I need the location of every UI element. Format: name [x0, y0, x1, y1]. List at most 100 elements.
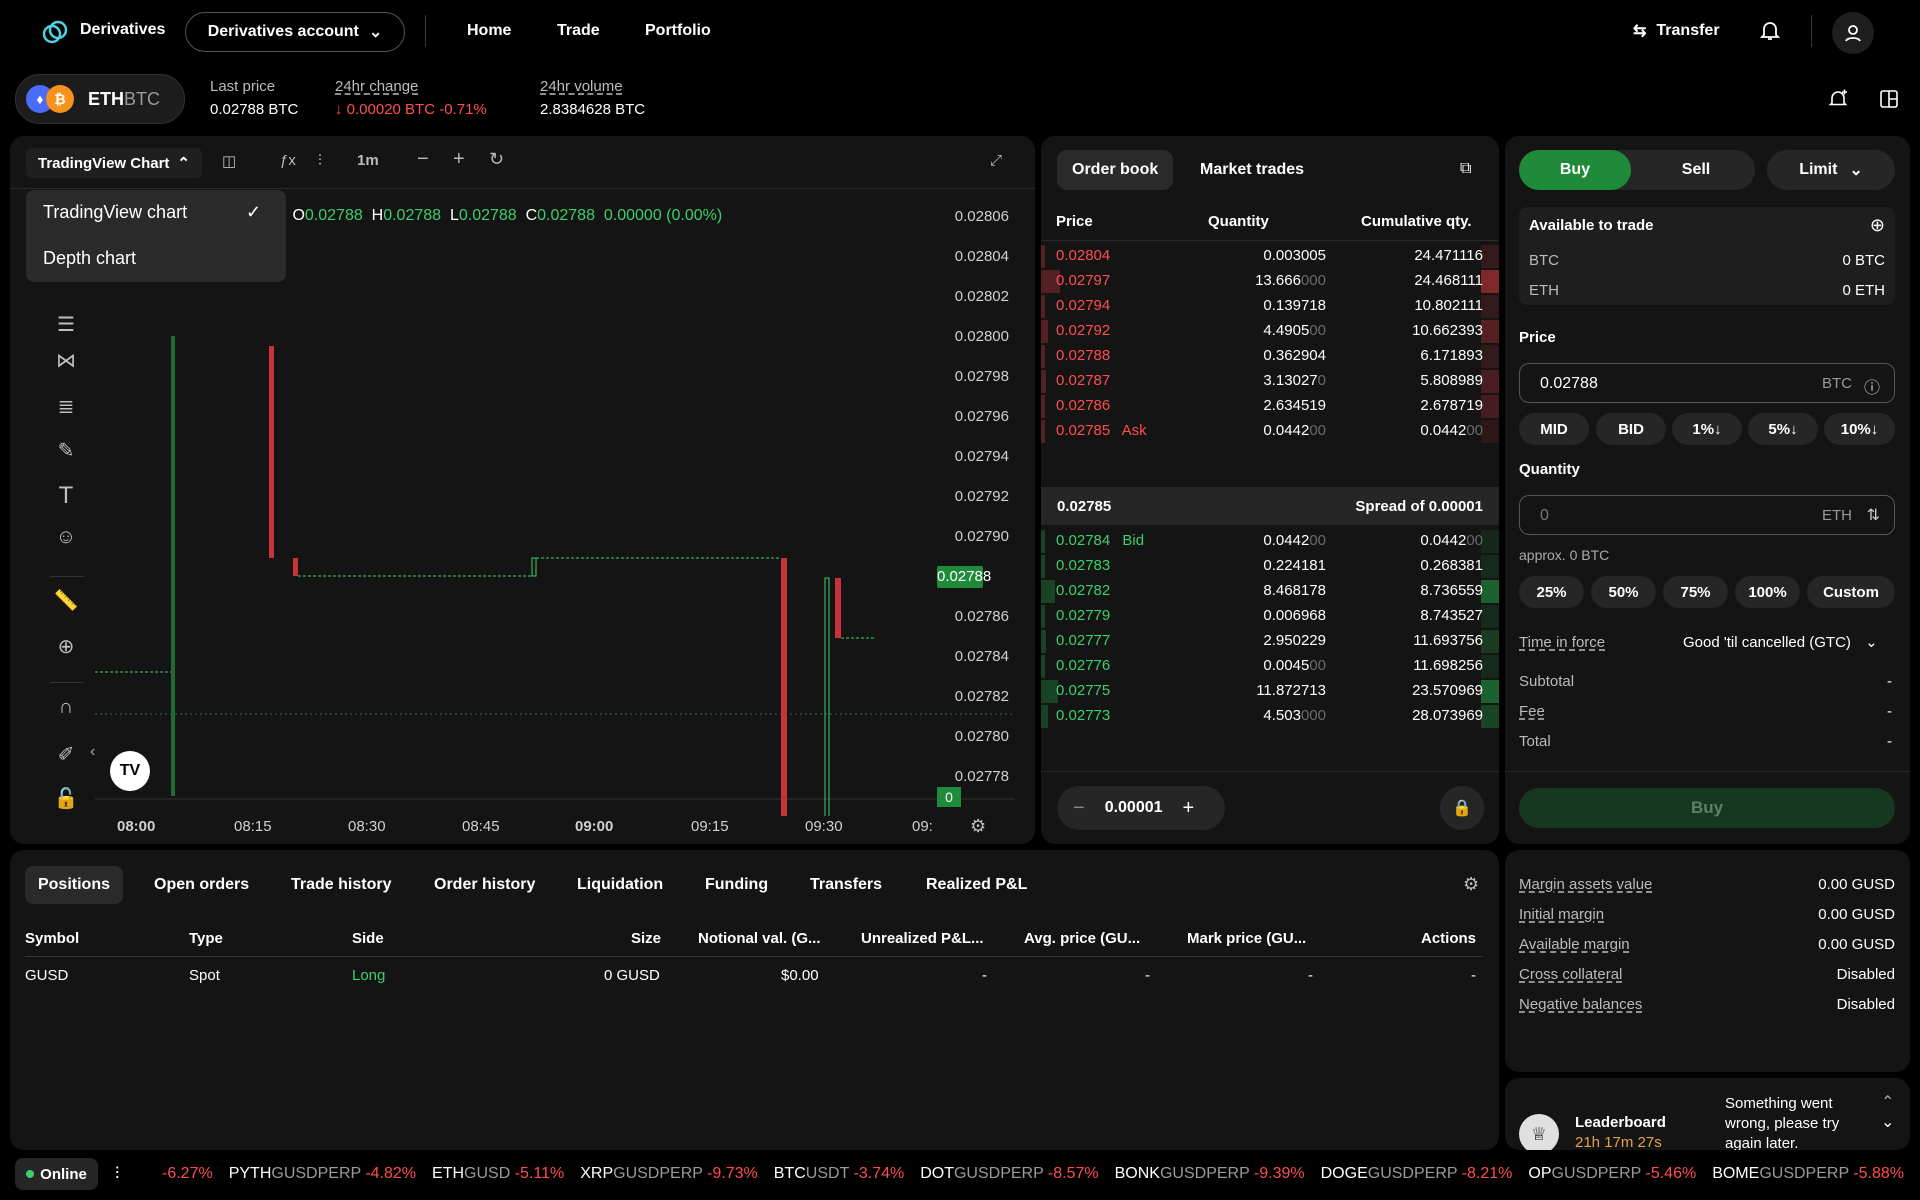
lock-button[interactable]: 🔒 [1440, 786, 1484, 830]
bid-row[interactable]: 0.02777 2.950229 11.693756 [1041, 629, 1499, 654]
nav-portfolio[interactable]: Portfolio [645, 22, 711, 40]
text-icon[interactable]: T [52, 482, 80, 510]
brush-icon[interactable]: ✎ [52, 438, 80, 466]
unlock-icon[interactable]: 🔓 [52, 786, 80, 814]
bid-row[interactable]: 0.02782 8.468178 8.736559 [1041, 579, 1499, 604]
chevron-down-icon[interactable]: ⌄ [1881, 1112, 1894, 1132]
dropdown-item-depth[interactable]: Depth chart [43, 248, 136, 269]
price-chart[interactable] [95, 196, 1015, 816]
interval-button[interactable]: 1m [357, 152, 379, 169]
gemini-logo-icon[interactable] [42, 19, 68, 45]
info-icon[interactable]: ⓘ [1864, 374, 1880, 398]
layout-icon[interactable] [1880, 90, 1898, 108]
ticker-item[interactable]: ETHGUSD -5.11% [432, 1165, 564, 1182]
tab-funding[interactable]: Funding [705, 866, 768, 904]
add-circle-icon[interactable]: ⊕ [1870, 215, 1885, 236]
ask-row[interactable]: 0.02804 0.003005 24.471116 [1041, 244, 1499, 269]
nav-home[interactable]: Home [467, 22, 511, 40]
nav-trade[interactable]: Trade [557, 22, 600, 40]
ticker-item[interactable]: DOGEGUSDPERP -8.21% [1321, 1165, 1513, 1182]
tab-order-book[interactable]: Order book [1057, 150, 1174, 190]
tab-market-trades[interactable]: Market trades [1185, 150, 1319, 190]
layout-icon[interactable]: ◫ [222, 152, 236, 170]
chart-type-button[interactable]: TradingView Chart ⌃ [26, 148, 202, 178]
qty-25-button[interactable]: 25% [1519, 576, 1584, 608]
settings-gear-icon[interactable]: ⚙ [1463, 874, 1479, 895]
submit-buy-button[interactable]: Buy [1519, 788, 1895, 828]
tab-order-history[interactable]: Order history [434, 866, 535, 904]
bid-row[interactable]: 0.02779 0.006968 8.743527 [1041, 604, 1499, 629]
account-selector[interactable]: Derivatives account ⌄ [185, 12, 405, 52]
qty-75-button[interactable]: 75% [1663, 576, 1728, 608]
zoom-in-icon[interactable]: + [453, 148, 465, 171]
candles-icon[interactable]: ⫶ [318, 152, 322, 169]
ticker-item[interactable]: -6.27% [162, 1165, 213, 1182]
tab-open-orders[interactable]: Open orders [154, 866, 249, 904]
qty-50-button[interactable]: 50% [1591, 576, 1656, 608]
ticker-item[interactable]: PYTHGUSDPERP -4.82% [229, 1165, 416, 1182]
ask-row[interactable]: 0.02792 4.490500 10.662393 [1041, 319, 1499, 344]
tab-positions[interactable]: Positions [25, 866, 123, 904]
reset-icon[interactable]: ↻ [489, 149, 504, 170]
bid-row[interactable]: 0.02784 Bid 0.044200 0.044200 [1041, 529, 1499, 554]
ask-row[interactable]: 0.02787 3.130270 5.808989 [1041, 369, 1499, 394]
leaderboard-title[interactable]: Leaderboard [1575, 1114, 1666, 1131]
bell-icon[interactable] [1760, 20, 1780, 42]
swap-units-icon[interactable]: ⇅ [1867, 505, 1880, 525]
quantity-input[interactable]: 0 ETH ⇅ [1519, 495, 1895, 535]
ticker-item[interactable]: BONKGUSDPERP -9.39% [1115, 1165, 1305, 1182]
order-type-select[interactable]: Limit ⌄ [1767, 150, 1895, 190]
price-alert-icon[interactable] [1828, 89, 1848, 109]
user-menu-button[interactable] [1832, 12, 1874, 54]
tab-liquidation[interactable]: Liquidation [577, 866, 663, 904]
ticker-item[interactable]: OPGUSDPERP -5.46% [1528, 1165, 1696, 1182]
fib-icon[interactable]: ≣ [52, 394, 80, 422]
qty-100-button[interactable]: 100% [1735, 576, 1800, 608]
ticker-item[interactable]: BTCUSDT -3.74% [774, 1165, 904, 1182]
ticker-item[interactable]: BOMEGUSDPERP -5.88% [1712, 1165, 1904, 1182]
horizontal-lines-icon[interactable]: ☰ [52, 312, 80, 340]
pct10-button[interactable]: 10%↓ [1824, 413, 1895, 445]
bid-row[interactable]: 0.02775 11.872713 23.570969 [1041, 679, 1499, 704]
tab-realized-pnl[interactable]: Realized P&L [926, 866, 1027, 904]
ticker-settings-icon[interactable]: ⫶ [115, 1164, 119, 1184]
chevron-up-icon[interactable]: ⌃ [1881, 1092, 1894, 1112]
ruler-icon[interactable]: 📏 [52, 588, 80, 616]
tif-select[interactable]: Good 'til cancelled (GTC) ⌄ [1683, 633, 1878, 651]
indicators-icon[interactable]: ƒx [280, 152, 296, 169]
bid-row[interactable]: 0.02783 0.224181 0.268381 [1041, 554, 1499, 579]
qty-custom-button[interactable]: Custom [1807, 576, 1895, 608]
minus-icon[interactable]: − [1073, 797, 1085, 820]
grouping-stepper[interactable]: − 0.00001 + [1057, 786, 1225, 830]
popout-icon[interactable]: ⧉ [1460, 160, 1471, 178]
chart-settings-icon[interactable]: ⚙ [970, 816, 986, 837]
pair-selector[interactable]: ♦ ₿ ETHBTC [15, 74, 185, 124]
tab-transfers[interactable]: Transfers [810, 866, 882, 904]
ticker-item[interactable]: DOTGUSDPERP -8.57% [920, 1165, 1098, 1182]
ask-row[interactable]: 0.02797 13.666000 24.468111 [1041, 269, 1499, 294]
transfer-button[interactable]: ⇆ Transfer [1633, 21, 1720, 41]
ask-row[interactable]: 0.02785 Ask 0.044200 0.044200 [1041, 419, 1499, 444]
ticker-item[interactable]: XRPGUSDPERP -9.73% [580, 1165, 758, 1182]
pct1-button[interactable]: 1%↓ [1672, 413, 1742, 445]
pct5-button[interactable]: 5%↓ [1748, 413, 1818, 445]
bid-row[interactable]: 0.02776 0.004500 11.698256 [1041, 654, 1499, 679]
mid-button[interactable]: MID [1519, 413, 1589, 445]
fullscreen-icon[interactable]: ⤢ [990, 152, 1002, 169]
bid-row[interactable]: 0.02773 4.503000 28.073969 [1041, 704, 1499, 729]
ask-row[interactable]: 0.02794 0.139718 10.802111 [1041, 294, 1499, 319]
dropdown-item-tradingview[interactable]: TradingView chart [43, 202, 187, 223]
emoji-icon[interactable]: ☺ [52, 526, 80, 554]
ask-row[interactable]: 0.02788 0.362904 6.171893 [1041, 344, 1499, 369]
sell-tab[interactable]: Sell [1640, 150, 1752, 190]
bid-button[interactable]: BID [1596, 413, 1666, 445]
lock-drawing-icon[interactable]: ✐ [52, 742, 80, 770]
buy-tab[interactable]: Buy [1519, 150, 1631, 190]
ask-row[interactable]: 0.02786 2.634519 2.678719 [1041, 394, 1499, 419]
price-input[interactable]: 0.02788 BTC ⓘ [1519, 363, 1895, 403]
zoom-out-icon[interactable]: − [417, 148, 429, 171]
plus-icon[interactable]: + [1183, 797, 1195, 820]
tab-trade-history[interactable]: Trade history [291, 866, 391, 904]
magnet-icon[interactable]: ∩ [52, 696, 80, 724]
tradingview-logo-icon[interactable]: TV [110, 751, 150, 791]
